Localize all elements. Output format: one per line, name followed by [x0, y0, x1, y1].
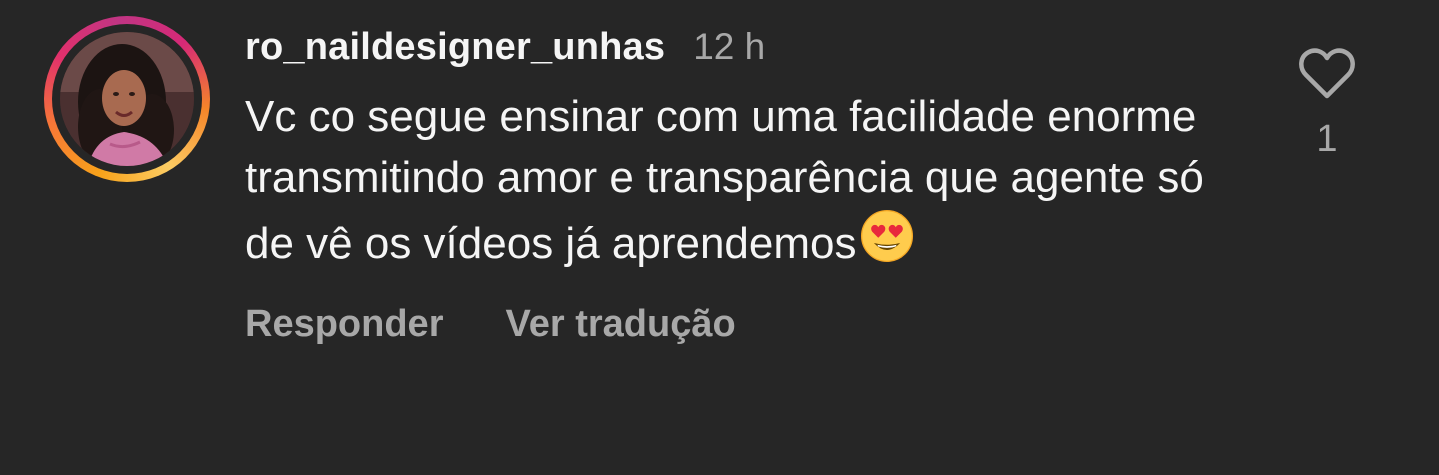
comment-item: ro_naildesigner_unhas 12 h Vc co segue e… — [0, 0, 1439, 475]
avatar-story-ring[interactable] — [44, 16, 210, 182]
comment-body: Vc co segue ensinar com uma facilidade e… — [245, 86, 1205, 274]
like-column: 1 — [1295, 48, 1359, 161]
reply-button[interactable]: Responder — [245, 303, 443, 346]
avatar-photo — [60, 32, 194, 166]
like-count: 1 — [1316, 118, 1338, 160]
comment-content: ro_naildesigner_unhas 12 h Vc co segue e… — [245, 26, 1245, 346]
heart-icon[interactable] — [1298, 48, 1356, 100]
comment-timestamp: 12 h — [693, 26, 766, 67]
heart-eyes-emoji-icon — [860, 209, 913, 263]
see-translation-button[interactable]: Ver tradução — [505, 303, 735, 346]
comment-actions: Responder Ver tradução — [245, 303, 1245, 346]
comment-username[interactable]: ro_naildesigner_unhas — [245, 26, 665, 69]
comment-header: ro_naildesigner_unhas 12 h — [245, 26, 1245, 74]
comment-text: Vc co segue ensinar com uma facilidade e… — [245, 92, 1204, 268]
avatar[interactable] — [60, 32, 194, 166]
